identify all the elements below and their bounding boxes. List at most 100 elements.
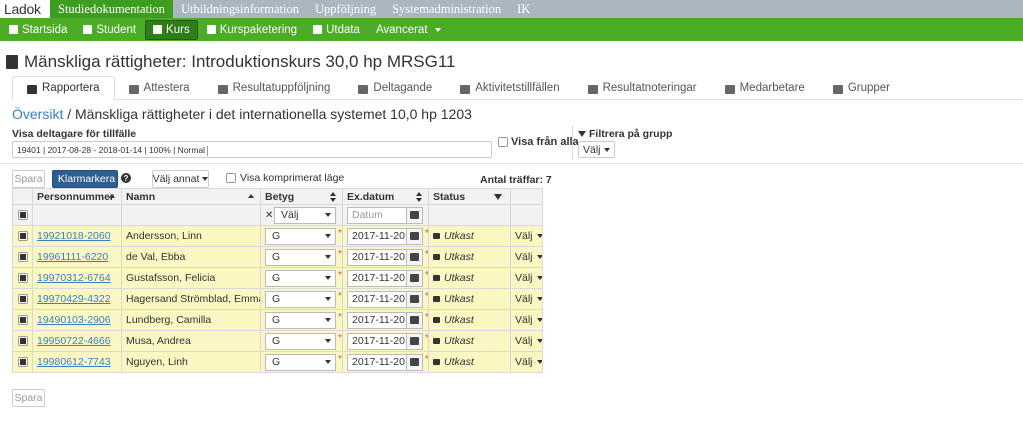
datepicker-button[interactable] — [406, 270, 422, 286]
calendar-icon — [410, 358, 419, 366]
caret-down-icon — [325, 339, 331, 343]
nav-startsida[interactable]: Startsida — [2, 21, 74, 39]
personnummer-link[interactable]: 19950722-4666 — [37, 335, 111, 347]
visa-fran-alla-checkbox[interactable] — [498, 137, 508, 147]
clear-icon[interactable]: ✕ — [265, 210, 274, 221]
row-action-menu[interactable]: Välj — [515, 314, 542, 326]
datepicker-button[interactable] — [406, 207, 422, 223]
exam-date-field[interactable]: 2017-11-20 — [347, 269, 423, 287]
datepicker-button[interactable] — [406, 333, 422, 349]
grade-select[interactable]: G — [265, 332, 336, 350]
nav-utdata[interactable]: Utdata — [306, 21, 367, 39]
help-icon[interactable]: ? — [121, 173, 131, 183]
tab-grupper[interactable]: Grupper — [819, 76, 904, 99]
exam-date-field[interactable]: 2017-11-20 — [347, 332, 423, 350]
datepicker-button[interactable] — [406, 291, 422, 307]
caret-down-icon — [325, 276, 331, 280]
betyg-filter-select[interactable]: Välj — [274, 206, 336, 224]
personnummer-link[interactable]: 19961111-6220 — [37, 251, 108, 263]
visa-fran-alla-toggle[interactable]: Visa från alla — [498, 136, 579, 148]
grade-select[interactable]: G — [265, 227, 336, 245]
row-checkbox[interactable] — [17, 252, 28, 263]
header-betyg[interactable]: Betyg — [260, 188, 343, 205]
student-name: Nguyen, Linh — [121, 351, 261, 373]
header-exdatum[interactable]: Ex.datum — [342, 188, 429, 205]
row-action-menu[interactable]: Välj — [515, 230, 542, 242]
topnav-studiedokumentation[interactable]: Studiedokumentation — [50, 0, 173, 18]
exam-date-field[interactable]: 2017-11-20 — [347, 353, 423, 371]
row-checkbox[interactable] — [17, 294, 28, 305]
row-checkbox[interactable] — [17, 336, 28, 347]
grade-select[interactable]: G — [265, 248, 336, 266]
klarmarkera-button[interactable]: Klarmarkera — [52, 170, 118, 188]
header-personnummer[interactable]: Personnummer — [32, 188, 122, 205]
row-checkbox[interactable] — [17, 231, 28, 242]
datepicker-button[interactable] — [406, 354, 422, 370]
breadcrumb-oversikt[interactable]: Översikt — [12, 106, 63, 122]
valj-annat-button[interactable]: Välj annat — [152, 170, 209, 188]
datepicker-button[interactable] — [406, 312, 422, 328]
row-checkbox[interactable] — [17, 315, 28, 326]
row-action-menu[interactable]: Välj — [515, 335, 542, 347]
required-marker: * — [338, 332, 342, 344]
required-marker: * — [338, 227, 342, 239]
personnummer-link[interactable]: 19970429-4322 — [37, 293, 111, 305]
tab-attestera[interactable]: Attestera — [115, 76, 204, 99]
datepicker-button[interactable] — [406, 249, 422, 265]
group-icon — [832, 85, 843, 94]
topnav-systemadministration[interactable]: Systemadministration — [384, 0, 509, 18]
grade-select[interactable]: G — [265, 269, 336, 287]
tab-resultatuppfoljning[interactable]: Resultatuppföljning — [204, 76, 345, 99]
personnummer-link[interactable]: 19921018-2060 — [37, 230, 111, 242]
visa-komprimerat-toggle[interactable]: Visa komprimerat läge — [226, 172, 344, 184]
tab-medarbetare[interactable]: Medarbetare — [711, 76, 819, 99]
header-status[interactable]: Status — [428, 188, 511, 205]
row-checkbox[interactable] — [17, 357, 28, 368]
select-all-checkbox[interactable] — [17, 210, 28, 221]
topnav-uppfoljning[interactable]: Uppföljning — [307, 0, 384, 18]
nav-kurs[interactable]: Kurs — [145, 19, 198, 40]
nav-kurspaketering[interactable]: Kurspaketering — [200, 21, 304, 39]
exam-date-field[interactable]: 2017-11-20 — [347, 311, 423, 329]
exam-date-field[interactable]: 2017-11-20 — [347, 290, 423, 308]
nav-avancerat[interactable]: Avancerat — [369, 21, 448, 39]
nav-student[interactable]: Student — [76, 21, 143, 39]
row-action-menu[interactable]: Välj — [515, 356, 542, 368]
exam-date-field[interactable]: 2017-11-20 — [347, 248, 423, 266]
personnummer-link[interactable]: 19970312-6764 — [37, 272, 111, 284]
grade-select[interactable]: G — [265, 353, 336, 371]
save-button-bottom[interactable]: Spara — [12, 389, 45, 407]
main-nav: Startsida Student Kurs Kurspaketering Ut… — [0, 18, 1023, 41]
topnav-utbildningsinformation[interactable]: Utbildningsinformation — [173, 0, 307, 18]
row-checkbox[interactable] — [17, 273, 28, 284]
bar-chart-icon — [217, 85, 228, 94]
tab-aktivitetstillfallen[interactable]: Aktivitetstillfällen — [446, 76, 573, 99]
caret-down-icon — [202, 177, 209, 181]
tillfalle-select[interactable]: 19401 | 2017-08-28 - 2018-01-14 | 100% |… — [12, 141, 492, 158]
required-marker: * — [338, 290, 342, 302]
save-button[interactable]: Spara — [12, 170, 45, 188]
grupp-select[interactable]: Välj — [578, 141, 615, 158]
tab-rapportera[interactable]: Rapportera — [12, 76, 115, 100]
row-action-menu[interactable]: Välj — [515, 293, 542, 305]
header-namn[interactable]: Namn — [121, 188, 261, 205]
tab-deltagande[interactable]: Deltagande — [344, 76, 446, 99]
personnummer-link[interactable]: 19980612-7743 — [37, 356, 111, 368]
row-action-menu[interactable]: Välj — [515, 251, 542, 263]
unlock-icon — [433, 359, 440, 366]
row-action-menu[interactable]: Välj — [515, 272, 542, 284]
topnav-ik[interactable]: IK — [509, 0, 538, 18]
personnummer-link[interactable]: 19490103-2906 — [37, 314, 111, 326]
datepicker-button[interactable] — [406, 228, 422, 244]
ladok-logo[interactable]: Ladok — [0, 0, 50, 18]
grade-select[interactable]: G — [265, 311, 336, 329]
required-marker: * — [338, 248, 342, 260]
visa-komprimerat-checkbox[interactable] — [226, 173, 236, 183]
required-marker: * — [425, 354, 428, 365]
grade-select[interactable]: G — [265, 290, 336, 308]
results-table: Personnummer Namn Betyg Ex.datum Status … — [12, 188, 543, 373]
exam-date-field[interactable]: 2017-11-20 — [347, 227, 423, 245]
pencil-icon — [27, 85, 37, 94]
datum-filter-field[interactable]: Datum — [347, 206, 423, 224]
tab-resultatnoteringar[interactable]: Resultatnoteringar — [574, 76, 711, 99]
